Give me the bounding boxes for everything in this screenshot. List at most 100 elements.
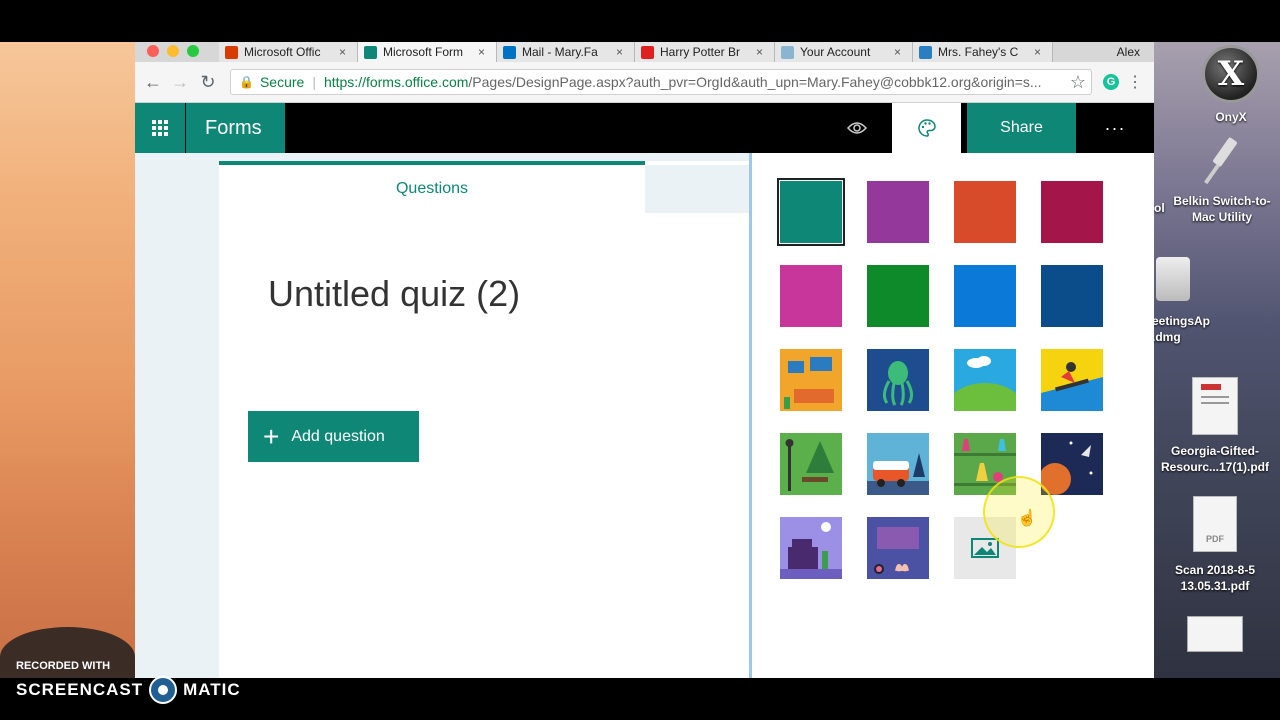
office-icon — [225, 45, 238, 59]
theme-thumbnail — [867, 517, 929, 579]
theme-swatch-park[interactable] — [780, 433, 842, 495]
browser-tab[interactable]: Microsoft Form × — [358, 42, 497, 62]
usb-cable-icon — [1202, 136, 1242, 185]
tab-close-icon[interactable]: × — [339, 45, 353, 59]
browser-menu-icon[interactable]: ⋮ — [1124, 71, 1146, 93]
desktop-fragment-text: ol — [1154, 201, 1165, 215]
close-window-button[interactable] — [147, 45, 159, 57]
outlook-icon — [503, 45, 516, 59]
theme-swatch-teal[interactable] — [777, 178, 845, 246]
pdf-document-icon — [1192, 377, 1238, 435]
theme-palette-button[interactable] — [892, 103, 961, 153]
desktop-icon-onyx[interactable]: X OnyX — [1187, 42, 1275, 125]
theme-swatch-hills[interactable] — [954, 349, 1016, 411]
reload-button[interactable]: ↻ — [197, 71, 219, 93]
theme-thumbnail — [867, 349, 929, 411]
top-letterbox — [0, 0, 1280, 42]
t-icon — [641, 45, 654, 59]
desktop-icon-label: OnyX — [1215, 110, 1247, 124]
zoom-window-button[interactable] — [187, 45, 199, 57]
browser-tab[interactable]: Your Account × — [775, 42, 913, 62]
theme-swatch-blue[interactable] — [954, 265, 1016, 327]
browser-tab[interactable]: Microsoft Offic × — [219, 42, 358, 62]
preview-eye-icon[interactable] — [840, 103, 874, 153]
desktop-icon-meetings-dmg[interactable]: eetingsAp .dmg — [1152, 257, 1232, 345]
bookmark-star-icon[interactable]: ☆ — [1067, 71, 1089, 93]
edublog-icon — [919, 45, 932, 59]
forward-button[interactable]: → — [169, 71, 191, 93]
spreadsheet-thumbnail-icon[interactable] — [1187, 616, 1243, 652]
theme-swatch-living-room[interactable] — [780, 349, 842, 411]
browser-tab[interactable]: Mail - Mary.Fa × — [497, 42, 635, 62]
form-editor-card: Questions Untitled quiz (2) + Add questi… — [219, 161, 749, 678]
quiz-title[interactable]: Untitled quiz (2) — [268, 273, 520, 315]
browser-tab[interactable]: Mrs. Fahey's C × — [913, 42, 1053, 62]
tab-close-icon[interactable]: × — [1034, 45, 1048, 59]
theme-thumbnail — [780, 349, 842, 411]
theme-swatch-desk[interactable] — [780, 517, 842, 579]
tab-close-icon[interactable]: × — [478, 45, 492, 59]
share-button[interactable]: Share — [967, 103, 1076, 153]
palette-icon — [917, 119, 936, 137]
theme-swatch-space[interactable] — [1041, 433, 1103, 495]
theme-thumbnail — [954, 349, 1016, 411]
pdf-icon: PDF — [1193, 496, 1237, 552]
tab-close-icon[interactable]: × — [894, 45, 908, 59]
theme-thumbnail — [780, 517, 842, 579]
forms-app-title[interactable]: Forms — [186, 103, 285, 153]
minimize-window-button[interactable] — [167, 45, 179, 57]
theme-thumbnail — [1041, 349, 1103, 411]
address-toolbar: ← → ↻ 🔒 Secure | https://forms.office.co… — [135, 62, 1154, 103]
tab-title: Microsoft Offic — [244, 45, 321, 59]
tab-close-icon[interactable]: × — [616, 45, 630, 59]
url-path: /Pages/DesignPage.aspx?auth_pvr=OrgId&au… — [468, 74, 1042, 90]
content-area: Questions Untitled quiz (2) + Add questi… — [135, 153, 1154, 678]
theme-swatch-camper-van[interactable] — [867, 433, 929, 495]
profile-name[interactable]: Alex — [1117, 42, 1140, 62]
url-bar[interactable]: 🔒 Secure | https://forms.office.com/Page… — [230, 69, 1092, 95]
add-question-button[interactable]: + Add question — [248, 411, 419, 462]
desktop-icon-belkin[interactable]: Belkin Switch-to-Mac Utility — [1168, 136, 1276, 225]
theme-thumbnail — [1041, 265, 1103, 327]
more-label: ··· — [1104, 117, 1126, 138]
back-button[interactable]: ← — [142, 71, 164, 93]
theme-swatch-magenta[interactable] — [780, 265, 842, 327]
theme-thumbnail — [1041, 181, 1103, 243]
desktop-icon-label: Belkin Switch-to-Mac Utility — [1173, 194, 1271, 224]
desktop-icon-georgia-pdf[interactable]: Georgia-Gifted-Resourc...17(1).pdf — [1155, 377, 1275, 475]
desktop-icon-scan-pdf[interactable]: PDF Scan 2018-8-5 13.05.31.pdf — [1160, 496, 1270, 594]
theme-swatch-keyboard[interactable] — [867, 517, 929, 579]
theme-panel — [749, 153, 1154, 678]
tab-title: Mail - Mary.Fa — [522, 45, 598, 59]
app-launcher-icon[interactable] — [135, 103, 185, 153]
theme-swatch-orange[interactable] — [954, 181, 1016, 243]
theme-swatch-snowboarder[interactable] — [1041, 349, 1103, 411]
tab-strip: Microsoft Offic × Microsoft Form × Mail - Ma… — [135, 42, 1154, 62]
share-label: Share — [1000, 119, 1043, 136]
theme-swatch-green[interactable] — [867, 265, 929, 327]
theme-swatch-navy[interactable] — [1041, 265, 1103, 327]
tab-close-icon[interactable]: × — [756, 45, 770, 59]
onyx-icon: X — [1202, 45, 1260, 103]
tab-title: Mrs. Fahey's C — [938, 45, 1019, 59]
browser-tab[interactable]: Harry Potter Br × — [635, 42, 775, 62]
theme-thumbnail — [867, 433, 929, 495]
lock-icon: 🔒 — [239, 75, 254, 89]
more-options-icon[interactable]: ··· — [1085, 103, 1145, 153]
theme-swatch-crimson[interactable] — [1041, 181, 1103, 243]
secure-label: Secure — [259, 74, 305, 90]
plus-icon: + — [263, 420, 280, 452]
theme-swatch-purple[interactable] — [867, 181, 929, 243]
account-icon — [781, 45, 794, 59]
theme-swatch-octopus[interactable] — [867, 349, 929, 411]
theme-thumbnail — [954, 181, 1016, 243]
theme-thumbnail — [780, 265, 842, 327]
forms-header: Forms Share ··· — [135, 103, 1154, 153]
desktop-icon-label: eetingsAp .dmg — [1152, 314, 1211, 344]
desktop-icon-label: Scan 2018-8-5 13.05.31.pdf — [1174, 563, 1256, 593]
tab-questions[interactable]: Questions — [219, 161, 645, 213]
theme-thumbnail — [867, 181, 929, 243]
watermark-word2: MATIC — [183, 680, 241, 699]
url-host: https://forms.office.com — [323, 74, 469, 90]
grammarly-icon[interactable]: G — [1100, 71, 1122, 93]
